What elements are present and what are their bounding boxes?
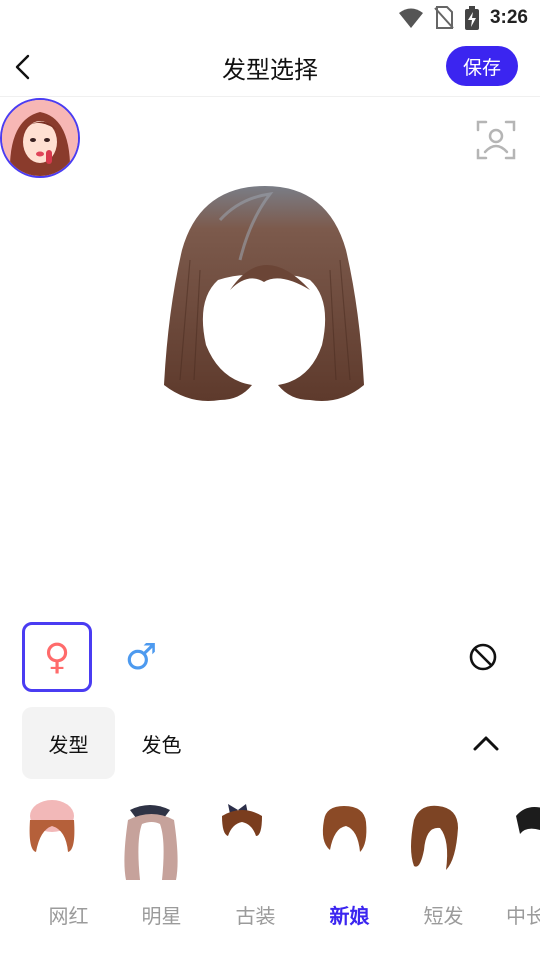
hairstyle-thumb[interactable]	[496, 790, 540, 886]
user-photo	[2, 100, 78, 176]
hair-preview	[164, 186, 364, 401]
category-item[interactable]: 古装	[209, 900, 302, 929]
tab-hairstyle[interactable]: 发型	[22, 707, 115, 779]
male-button[interactable]: ♂	[106, 622, 176, 692]
no-sim-icon	[434, 6, 454, 29]
save-button[interactable]: 保存	[446, 46, 518, 86]
editor-tabs: 发型 发色	[0, 707, 540, 779]
hairstyle-thumb[interactable]	[112, 790, 192, 886]
category-item[interactable]: 明星	[115, 900, 208, 929]
status-bar: 3:26	[0, 0, 540, 36]
male-icon: ♂	[124, 636, 158, 678]
category-bar: 网红 明星 古装 新娘 短发 中长	[0, 900, 540, 940]
hairstyle-thumb[interactable]	[396, 790, 476, 886]
avatar[interactable]	[0, 98, 80, 178]
category-item[interactable]: 网红	[22, 900, 115, 929]
category-item[interactable]: 中长	[490, 900, 540, 929]
tab-haircolor[interactable]: 发色	[115, 707, 208, 779]
category-item-selected[interactable]: 新娘	[303, 900, 396, 929]
female-button[interactable]: ♀	[22, 622, 92, 692]
female-icon: ♀	[43, 636, 71, 678]
category-item[interactable]: 短发	[397, 900, 490, 929]
chevron-up-icon[interactable]	[468, 725, 504, 761]
hairstyle-thumb[interactable]	[16, 790, 96, 886]
wifi-icon	[398, 8, 423, 28]
hairstyle-thumb[interactable]	[204, 790, 284, 886]
face-scan-icon[interactable]	[474, 118, 518, 162]
battery-charging-icon	[464, 6, 479, 30]
hairstyle-thumb[interactable]	[304, 790, 384, 886]
top-bar: 发型选择 保存	[0, 38, 540, 97]
gender-selector: ♀ ♂	[0, 622, 540, 694]
clock: 3:26	[489, 7, 528, 28]
no-hairstyle-icon[interactable]	[467, 641, 499, 673]
hairstyle-list	[0, 790, 540, 890]
